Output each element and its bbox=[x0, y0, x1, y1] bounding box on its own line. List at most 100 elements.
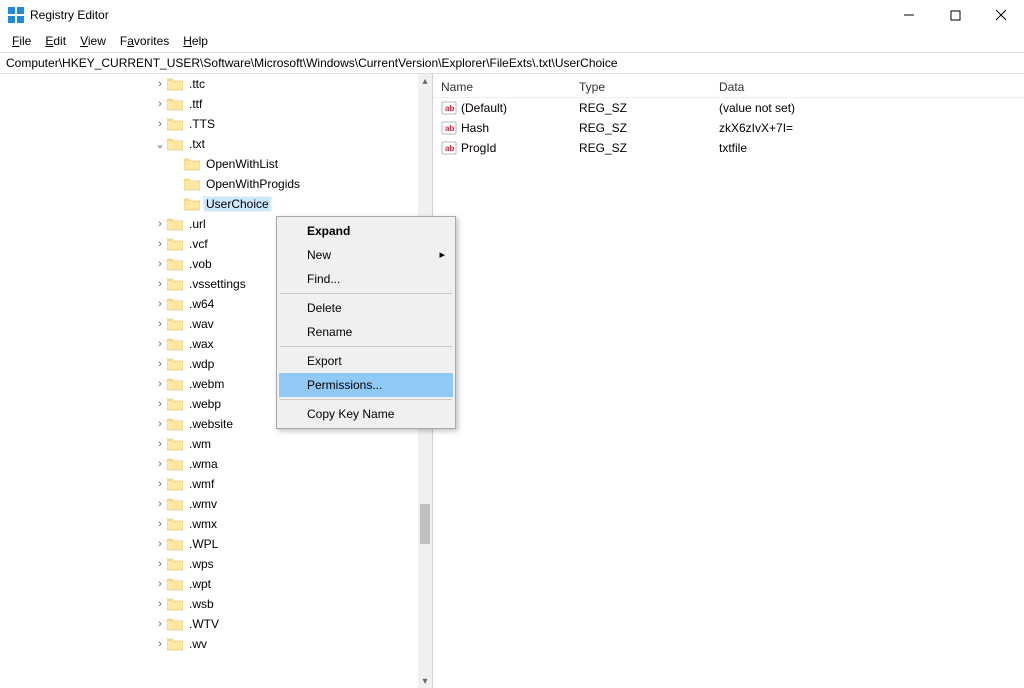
folder-icon bbox=[167, 297, 183, 311]
tree-node[interactable]: ›.wma bbox=[0, 454, 418, 474]
value-row[interactable]: ab(Default)REG_SZ(value not set) bbox=[433, 98, 1024, 118]
expand-icon[interactable]: › bbox=[153, 318, 167, 330]
scroll-thumb[interactable] bbox=[420, 504, 430, 544]
value-type: REG_SZ bbox=[571, 100, 711, 116]
ctx-rename[interactable]: Rename bbox=[279, 320, 453, 344]
titlebar: Registry Editor bbox=[0, 0, 1024, 30]
scroll-down-icon[interactable]: ▾ bbox=[418, 674, 432, 688]
expand-icon[interactable]: › bbox=[153, 258, 167, 270]
menu-edit[interactable]: Edit bbox=[39, 33, 72, 49]
expand-icon[interactable]: › bbox=[153, 78, 167, 90]
ctx-export[interactable]: Export bbox=[279, 349, 453, 373]
tree-node[interactable]: OpenWithList bbox=[0, 154, 418, 174]
expand-icon[interactable]: › bbox=[153, 238, 167, 250]
folder-icon bbox=[167, 477, 183, 491]
ctx-permissions[interactable]: Permissions... bbox=[279, 373, 453, 397]
tree-node[interactable]: ›.TTS bbox=[0, 114, 418, 134]
value-data: txtfile bbox=[711, 140, 1024, 156]
folder-icon bbox=[167, 457, 183, 471]
expand-icon[interactable]: › bbox=[153, 618, 167, 630]
tree-node-label: .webm bbox=[187, 377, 226, 391]
ctx-find[interactable]: Find... bbox=[279, 267, 453, 291]
expand-icon[interactable]: › bbox=[153, 378, 167, 390]
expand-icon[interactable]: › bbox=[153, 498, 167, 510]
expand-icon[interactable]: › bbox=[153, 278, 167, 290]
col-header-data[interactable]: Data bbox=[711, 78, 1024, 96]
tree-node[interactable]: ›.wv bbox=[0, 634, 418, 654]
tree-node[interactable]: ›.WPL bbox=[0, 534, 418, 554]
folder-icon bbox=[167, 597, 183, 611]
list-header: Name Type Data bbox=[433, 76, 1024, 98]
tree-node[interactable]: › .WTV bbox=[0, 614, 418, 634]
menubar: File Edit View Favorites Help bbox=[0, 30, 1024, 52]
ctx-expand[interactable]: Expand bbox=[279, 219, 453, 243]
value-data: (value not set) bbox=[711, 100, 1024, 116]
tree-node-label: UserChoice bbox=[204, 197, 271, 211]
ctx-new[interactable]: New ▸ bbox=[279, 243, 453, 267]
expand-icon[interactable]: › bbox=[153, 358, 167, 370]
menu-help[interactable]: Help bbox=[177, 33, 214, 49]
tree-node[interactable]: › .ttc bbox=[0, 74, 418, 94]
value-type: REG_SZ bbox=[571, 140, 711, 156]
folder-icon bbox=[167, 497, 183, 511]
expand-icon[interactable]: › bbox=[153, 338, 167, 350]
address-bar[interactable]: Computer\HKEY_CURRENT_USER\Software\Micr… bbox=[0, 52, 1024, 74]
ctx-copy-key-name[interactable]: Copy Key Name bbox=[279, 402, 453, 426]
tree-node[interactable]: ›.wpt bbox=[0, 574, 418, 594]
menu-file[interactable]: File bbox=[6, 33, 37, 49]
tree-node-label: .WTV bbox=[187, 617, 221, 631]
folder-icon bbox=[167, 577, 183, 591]
expand-icon[interactable]: › bbox=[153, 638, 167, 650]
menu-view[interactable]: View bbox=[74, 33, 112, 49]
tree-node[interactable]: ›.wmv bbox=[0, 494, 418, 514]
tree-node-label: .webp bbox=[187, 397, 223, 411]
expand-icon[interactable]: › bbox=[153, 598, 167, 610]
tree-node[interactable]: UserChoice bbox=[0, 194, 418, 214]
value-row[interactable]: abProgIdREG_SZtxtfile bbox=[433, 138, 1024, 158]
expand-icon[interactable]: › bbox=[153, 518, 167, 530]
expand-icon[interactable]: › bbox=[153, 118, 167, 130]
tree-node-label: .w64 bbox=[187, 297, 216, 311]
tree-node-label: .ttc bbox=[187, 77, 207, 91]
expand-icon[interactable]: › bbox=[153, 218, 167, 230]
folder-icon bbox=[167, 237, 183, 251]
content-area: › .ttc ›.ttf›.TTS⌄.txtOpenWithListOpenWith… bbox=[0, 74, 1024, 688]
col-header-name[interactable]: Name bbox=[433, 78, 571, 96]
svg-text:ab: ab bbox=[445, 104, 454, 113]
tree-node[interactable]: ›.wps bbox=[0, 554, 418, 574]
tree-node[interactable]: ⌄.txt bbox=[0, 134, 418, 154]
expand-icon[interactable]: › bbox=[153, 478, 167, 490]
value-row[interactable]: abHashREG_SZzkX6zIvX+7I= bbox=[433, 118, 1024, 138]
expand-icon[interactable]: › bbox=[153, 398, 167, 410]
expand-icon[interactable]: › bbox=[153, 578, 167, 590]
value-name: Hash bbox=[461, 121, 489, 135]
expand-icon[interactable]: › bbox=[153, 438, 167, 450]
maximize-button[interactable] bbox=[932, 0, 978, 30]
expand-icon[interactable]: › bbox=[153, 418, 167, 430]
tree-node[interactable]: OpenWithProgids bbox=[0, 174, 418, 194]
expand-icon[interactable]: › bbox=[153, 98, 167, 110]
expand-icon[interactable]: › bbox=[153, 538, 167, 550]
folder-icon bbox=[167, 117, 183, 131]
close-button[interactable] bbox=[978, 0, 1024, 30]
menu-favorites[interactable]: Favorites bbox=[114, 33, 175, 49]
folder-icon bbox=[167, 397, 183, 411]
col-header-type[interactable]: Type bbox=[571, 78, 711, 96]
tree-node[interactable]: ›.ttf bbox=[0, 94, 418, 114]
ctx-delete[interactable]: Delete bbox=[279, 296, 453, 320]
value-data: zkX6zIvX+7I= bbox=[711, 120, 1024, 136]
scroll-up-icon[interactable]: ▴ bbox=[418, 74, 432, 88]
folder-icon bbox=[167, 337, 183, 351]
folder-icon bbox=[167, 437, 183, 451]
tree-node[interactable]: ›.wmf bbox=[0, 474, 418, 494]
expand-icon[interactable]: › bbox=[153, 458, 167, 470]
tree-node[interactable]: ›.wsb bbox=[0, 594, 418, 614]
context-menu: Expand New ▸ Find... Delete Rename Expor… bbox=[276, 216, 456, 429]
tree-node[interactable]: ›.wmx bbox=[0, 514, 418, 534]
tree-node[interactable]: ›.wm bbox=[0, 434, 418, 454]
expand-icon[interactable]: › bbox=[153, 558, 167, 570]
string-value-icon: ab bbox=[441, 120, 457, 136]
minimize-button[interactable] bbox=[886, 0, 932, 30]
expand-icon[interactable]: › bbox=[153, 298, 167, 310]
collapse-icon[interactable]: ⌄ bbox=[153, 138, 167, 151]
